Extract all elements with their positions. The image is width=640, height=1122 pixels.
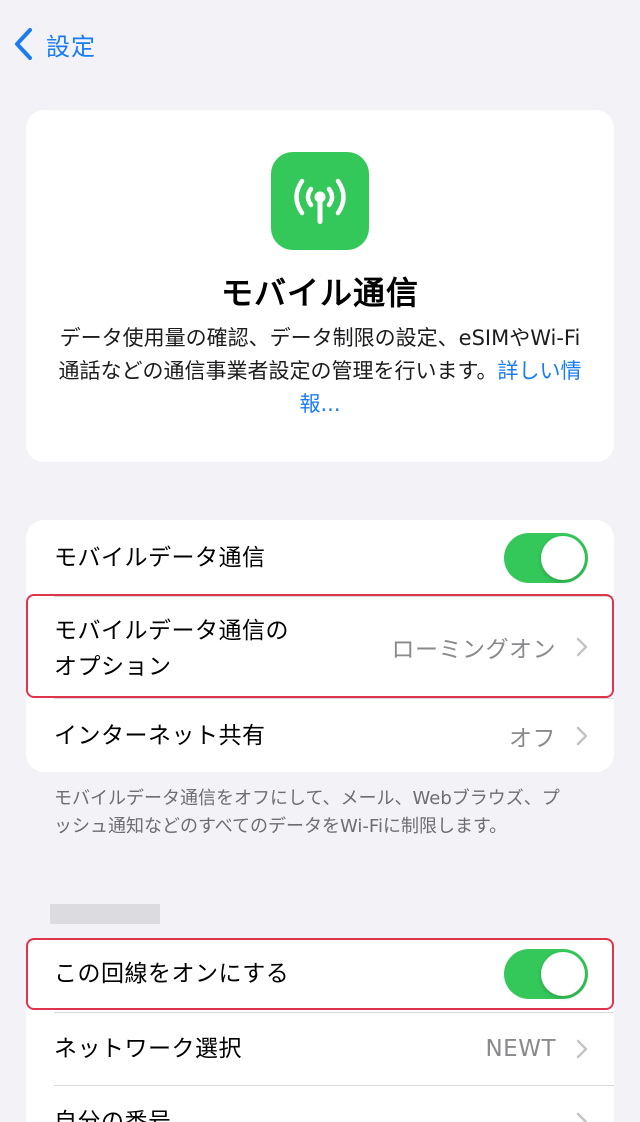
toggle-knob bbox=[541, 952, 585, 996]
back-button-label: 設定 bbox=[46, 32, 96, 61]
hotspot-row[interactable]: インターネット共有 オフ bbox=[26, 699, 614, 772]
turn-on-line-label: この回線をオンにする bbox=[54, 961, 290, 987]
chevron-right-icon bbox=[576, 1039, 588, 1059]
chevron-left-icon bbox=[15, 28, 32, 60]
network-selection-row[interactable]: ネットワーク選択 NEWT bbox=[26, 1013, 614, 1085]
info-description: データ使用量の確認、データ制限の設定、eSIMやWi-Fi通話などの通信事業者設… bbox=[54, 322, 586, 421]
my-number-label: 自分の番号 bbox=[54, 1109, 172, 1122]
section-header-redacted bbox=[50, 904, 160, 924]
chevron-right-icon bbox=[576, 637, 588, 657]
network-selection-label: ネットワーク選択 bbox=[54, 1036, 242, 1062]
data-options-label-line1: モバイルデータ通信の bbox=[54, 618, 289, 644]
page-title: モバイル通信 bbox=[220, 274, 419, 312]
chevron-right-icon bbox=[576, 1112, 588, 1122]
data-options-label-line2: オプション bbox=[54, 654, 172, 680]
info-card: モバイル通信 データ使用量の確認、データ制限の設定、eSIMやWi-Fi通話など… bbox=[26, 110, 614, 462]
back-button[interactable]: 設定 bbox=[12, 26, 96, 62]
mobile-data-row[interactable]: モバイルデータ通信 bbox=[26, 520, 614, 596]
cellular-settings-page: 設定 モバイル通信 データ使用量の確認、データ制限の設定、eSIMやWi-Fi通… bbox=[0, 0, 640, 1122]
mobile-data-label: モバイルデータ通信 bbox=[54, 545, 266, 571]
data-options-value: ローミングオン bbox=[391, 637, 556, 663]
my-number-row[interactable]: 自分の番号 bbox=[26, 1086, 614, 1122]
hotspot-value: オフ bbox=[509, 725, 556, 752]
mobile-data-footnote: モバイルデータ通信をオフにして、メール、Webブラウズ、プッシュ通知などのすべて… bbox=[54, 788, 560, 837]
toggle-knob bbox=[541, 536, 585, 580]
cellular-data-group: モバイルデータ通信 モバイルデータ通信の オプション ローミングオン インターネ… bbox=[26, 520, 614, 772]
mobile-data-toggle[interactable] bbox=[504, 533, 588, 583]
network-selection-value: NEWT bbox=[485, 1036, 556, 1062]
antenna-radiowaves-icon bbox=[271, 152, 369, 250]
chevron-right-icon bbox=[576, 726, 588, 745]
turn-on-line-row[interactable]: この回線をオンにする bbox=[26, 938, 614, 1010]
data-options-label: モバイルデータ通信の オプション bbox=[54, 613, 289, 685]
line-group: この回線をオンにする ネットワーク選択 NEWT 自分の番号 bbox=[26, 938, 614, 1122]
navigation-bar: 設定 bbox=[0, 0, 640, 90]
data-options-row[interactable]: モバイルデータ通信の オプション ローミングオン bbox=[26, 597, 614, 697]
turn-on-line-toggle[interactable] bbox=[504, 949, 588, 999]
hotspot-label: インターネット共有 bbox=[54, 722, 266, 749]
